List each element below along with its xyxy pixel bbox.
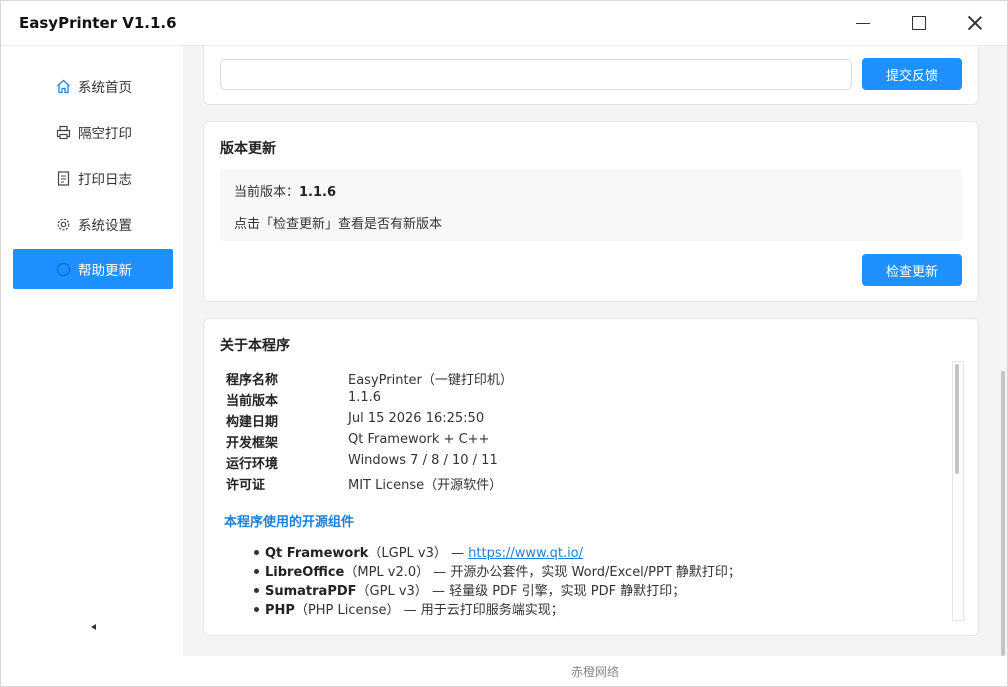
- about-title: 关于本程序: [220, 338, 290, 354]
- feedback-card: 提交反馈: [203, 46, 979, 105]
- close-button[interactable]: [947, 1, 1003, 45]
- sidebar-item-label: 系统设置: [78, 218, 132, 234]
- oss-desc: — 轻量级 PDF 引擎，实现 PDF 静默打印；: [427, 584, 686, 599]
- sidebar-item-label: 系统首页: [78, 80, 132, 96]
- oss-desc: — 用于云打印服务端实现；: [399, 603, 564, 618]
- bullet-icon: [254, 588, 259, 593]
- main-content: 提交反馈 版本更新 当前版本：1.1.6 点击「检查更新」查看是否有新版本 检查…: [183, 46, 1007, 656]
- about-value: Windows 7 / 8 / 10 / 11: [348, 453, 498, 468]
- app-window: EasyPrinter V1.1.6 系统首页 隔空打印 打印日志 系统设置 帮…: [0, 0, 1008, 687]
- footer: 赤橙网络: [183, 656, 1007, 686]
- bullet-icon: [254, 569, 259, 574]
- oss-license: （GPL v3）: [356, 584, 428, 599]
- check-update-button[interactable]: 检查更新: [862, 254, 962, 286]
- oss-item: PHP（PHP License） — 用于云打印服务端实现；: [254, 599, 564, 618]
- oss-item: SumatraPDF（GPL v3） — 轻量级 PDF 引擎，实现 PDF 静…: [254, 580, 685, 599]
- sidebar-item-label: 帮助更新: [78, 263, 132, 279]
- update-card: 版本更新 当前版本：1.1.6 点击「检查更新」查看是否有新版本 检查更新: [203, 121, 979, 302]
- about-value: Jul 15 2026 16:25:50: [348, 411, 485, 426]
- bullet-icon: [254, 550, 259, 555]
- gear-icon: [55, 216, 71, 232]
- oss-item: Qt Framework（LGPL v3） — https://www.qt.i…: [254, 542, 583, 561]
- about-key: 程序名称: [226, 373, 279, 388]
- version-info-box: 当前版本：1.1.6 点击「检查更新」查看是否有新版本: [220, 169, 962, 241]
- oss-name: SumatraPDF: [265, 584, 357, 599]
- about-key: 许可证: [226, 478, 266, 493]
- print-icon: [55, 124, 71, 140]
- sidebar-item-home[interactable]: 系统首页: [13, 66, 173, 106]
- title-bar[interactable]: EasyPrinter V1.1.6: [1, 1, 1007, 46]
- oss-desc: —: [446, 546, 469, 561]
- bullet-icon: [254, 607, 259, 612]
- about-card: 关于本程序 程序名称 EasyPrinter（一键打印机） 当前版本 1.1.6 构…: [203, 318, 979, 636]
- update-hint: 点击「检查更新」查看是否有新版本: [234, 217, 443, 232]
- oss-name: LibreOffice: [265, 565, 345, 580]
- oss-license: （MPL v2.0）: [344, 565, 430, 580]
- about-value: 1.1.6: [348, 390, 382, 405]
- minimize-button[interactable]: [835, 1, 891, 45]
- sidebar-item-airprint[interactable]: 隔空打印: [13, 112, 173, 152]
- oss-desc: — 开源办公套件，实现 Word/Excel/PPT 静默打印；: [429, 565, 741, 580]
- oss-license: （LGPL v3）: [368, 546, 447, 561]
- about-value: MIT License（开源软件）: [348, 478, 503, 493]
- about-key: 当前版本: [226, 394, 279, 409]
- current-version-label: 当前版本：: [234, 185, 300, 200]
- oss-link[interactable]: https://www.qt.io/: [468, 546, 583, 561]
- about-key: 开发框架: [226, 436, 279, 451]
- help-icon: [55, 261, 71, 277]
- sidebar-item-help-update[interactable]: 帮助更新: [13, 249, 173, 289]
- close-icon: [967, 15, 983, 31]
- about-key: 运行环境: [226, 457, 279, 472]
- oss-license: （PHP License）: [294, 603, 400, 618]
- about-scrollbar-thumb[interactable]: [955, 364, 959, 474]
- update-title: 版本更新: [220, 141, 276, 157]
- document-icon: [55, 170, 71, 186]
- feedback-input[interactable]: [220, 59, 852, 90]
- about-scrollbar[interactable]: [952, 361, 964, 621]
- app-title: EasyPrinter V1.1.6: [19, 14, 177, 32]
- home-icon: [55, 78, 71, 94]
- main-scrollbar-thumb[interactable]: [1001, 371, 1005, 656]
- about-scroll-area[interactable]: 程序名称 EasyPrinter（一键打印机） 当前版本 1.1.6 构建日期 Jul…: [220, 359, 960, 619]
- current-version-value: 1.1.6: [299, 185, 337, 200]
- about-value: Qt Framework + C++: [348, 432, 490, 447]
- sidebar-item-label: 隔空打印: [78, 126, 132, 142]
- maximize-button[interactable]: [891, 1, 947, 45]
- sidebar-item-label: 打印日志: [78, 172, 132, 188]
- oss-section-title: 本程序使用的开源组件: [224, 515, 355, 530]
- oss-name: PHP: [265, 603, 295, 618]
- sidebar-item-settings[interactable]: 系统设置: [13, 204, 173, 244]
- about-value: EasyPrinter（一键打印机）: [348, 373, 513, 388]
- submit-feedback-button[interactable]: 提交反馈: [862, 58, 962, 90]
- sidebar-item-print-log[interactable]: 打印日志: [13, 158, 173, 198]
- minimize-icon: [856, 22, 870, 24]
- maximize-icon: [912, 16, 926, 30]
- oss-name: Qt Framework: [265, 546, 369, 561]
- about-key: 构建日期: [226, 415, 279, 430]
- current-version-line: 当前版本：1.1.6: [234, 181, 336, 200]
- collapse-sidebar-icon[interactable]: [91, 624, 96, 630]
- oss-item: LibreOffice（MPL v2.0） — 开源办公套件，实现 Word/E…: [254, 561, 741, 580]
- sidebar: 系统首页 隔空打印 打印日志 系统设置 帮助更新: [1, 46, 183, 686]
